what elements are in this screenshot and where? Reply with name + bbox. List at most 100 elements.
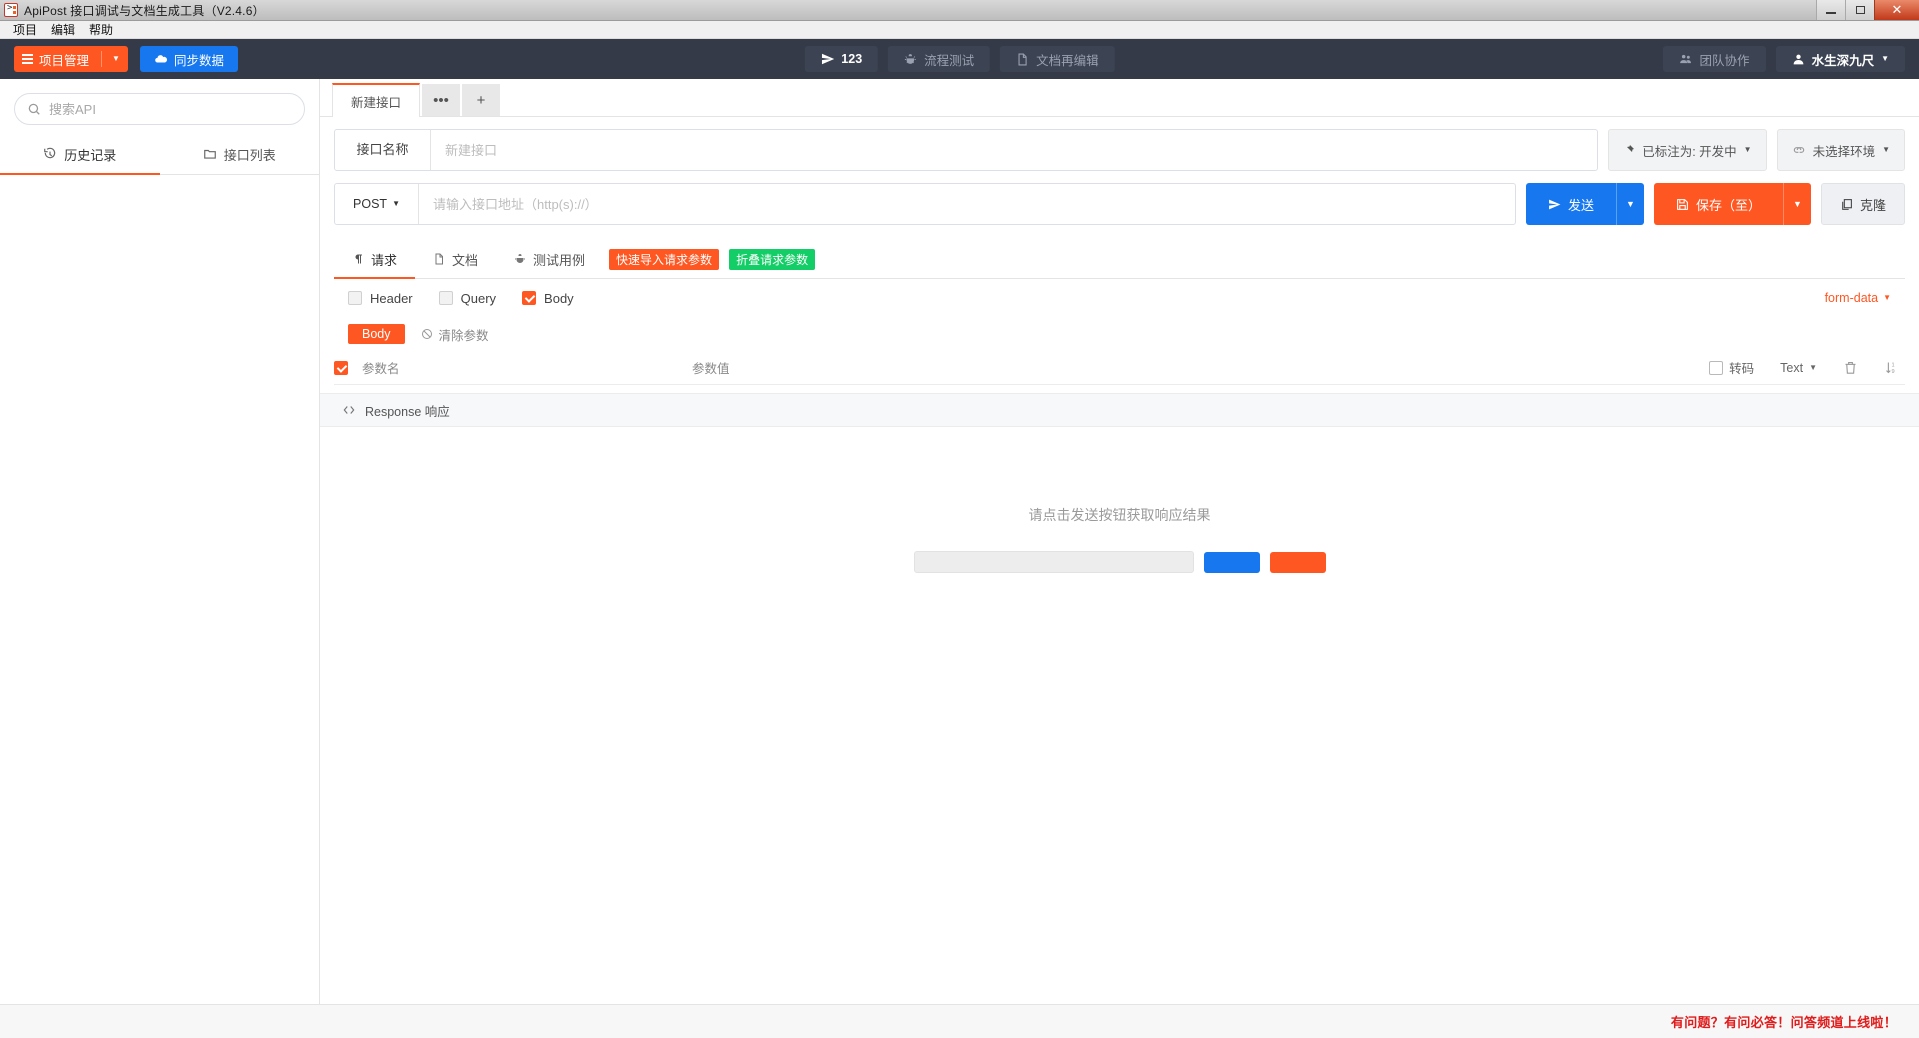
link-icon bbox=[1792, 143, 1806, 157]
param-table-header-row: 参数名 参数值 转码 Text ▼ bbox=[334, 351, 1905, 385]
restore-button[interactable] bbox=[1845, 0, 1874, 20]
sidebar-history-list[interactable] bbox=[0, 175, 319, 1004]
user-avatar-icon bbox=[1792, 53, 1805, 66]
subtab-document[interactable]: 文档 bbox=[415, 241, 496, 279]
document-tab-label: 新建接口 bbox=[351, 92, 401, 111]
subtab-document-label: 文档 bbox=[452, 250, 478, 269]
nav-flow-test[interactable]: 流程测试 bbox=[888, 46, 990, 72]
sync-data-button[interactable]: 同步数据 bbox=[140, 46, 238, 72]
http-method-select[interactable]: POST ▼ bbox=[335, 184, 419, 224]
tab-more-button[interactable]: ••• bbox=[422, 84, 460, 116]
param-value-type-label: Text bbox=[1780, 361, 1803, 375]
header-checkbox[interactable] bbox=[348, 291, 362, 305]
nav-current-project[interactable]: 123 bbox=[804, 46, 878, 72]
api-name-field-wrapper: 接口名称 bbox=[334, 129, 1598, 171]
paragraph-icon bbox=[352, 253, 364, 265]
menu-item-edit[interactable]: 编辑 bbox=[44, 21, 82, 39]
close-button[interactable]: ✕ bbox=[1874, 0, 1919, 20]
send-button[interactable]: 发送 ▼ bbox=[1526, 183, 1644, 225]
code-icon bbox=[342, 403, 356, 417]
chevron-down-icon: ▼ bbox=[112, 55, 120, 63]
placeholder-blue-button[interactable] bbox=[1204, 552, 1260, 573]
chevron-down-icon: ▼ bbox=[1809, 364, 1817, 372]
api-name-row: 接口名称 已标注为: 开发中 ▼ 未选择环境 ▼ bbox=[334, 117, 1905, 171]
ban-icon bbox=[421, 328, 433, 340]
environment-select-label: 未选择环境 bbox=[1813, 141, 1876, 160]
nav-doc-edit[interactable]: 文档再编辑 bbox=[1000, 46, 1115, 72]
document-tab-new-api[interactable]: 新建接口 bbox=[332, 83, 420, 117]
send-icon bbox=[1548, 198, 1561, 211]
button-divider bbox=[101, 51, 102, 67]
param-type-body[interactable]: Body bbox=[522, 291, 574, 306]
project-manage-button[interactable]: 项目管理 ▼ bbox=[14, 46, 128, 72]
subtab-test-case[interactable]: 测试用例 bbox=[496, 241, 603, 279]
document-icon bbox=[433, 253, 445, 265]
param-type-query[interactable]: Query bbox=[439, 291, 496, 306]
clone-button[interactable]: 克隆 bbox=[1821, 183, 1905, 225]
send-dropdown-toggle[interactable]: ▼ bbox=[1616, 183, 1644, 225]
search-input[interactable] bbox=[49, 102, 292, 117]
sort-params-icon[interactable]: 1 9 bbox=[1884, 360, 1899, 375]
query-checkbox[interactable] bbox=[439, 291, 453, 305]
sidebar-tab-history[interactable]: 历史记录 bbox=[0, 135, 160, 175]
chevron-down-icon: ▼ bbox=[1882, 146, 1890, 154]
body-tag[interactable]: Body bbox=[348, 324, 405, 344]
http-method-label: POST bbox=[353, 197, 387, 211]
encode-checkbox[interactable] bbox=[1709, 361, 1723, 375]
delete-params-icon[interactable] bbox=[1843, 360, 1858, 375]
apipost-logo-icon bbox=[4, 3, 18, 17]
body-type-select[interactable]: form-data ▼ bbox=[1825, 291, 1891, 305]
team-collaboration-button[interactable]: 团队协作 bbox=[1663, 46, 1766, 72]
body-tag-row: Body 清除参数 bbox=[334, 317, 1905, 351]
bug-icon bbox=[904, 53, 917, 66]
nav-doc-edit-label: 文档再编辑 bbox=[1036, 50, 1099, 69]
search-box[interactable] bbox=[14, 93, 305, 125]
chevron-down-icon: ▼ bbox=[1744, 146, 1752, 154]
response-placeholder-form bbox=[914, 551, 1326, 573]
sidebar: 历史记录 接口列表 bbox=[0, 79, 320, 1004]
encode-toggle[interactable]: 转码 bbox=[1709, 358, 1754, 377]
user-menu[interactable]: 水生深九尺 ▼ bbox=[1776, 46, 1905, 72]
body-checkbox[interactable] bbox=[522, 291, 536, 305]
param-value-type-select[interactable]: Text ▼ bbox=[1780, 361, 1817, 375]
clear-params-label: 清除参数 bbox=[439, 325, 489, 344]
select-all-checkbox[interactable] bbox=[334, 361, 348, 375]
url-input[interactable] bbox=[419, 197, 1515, 212]
clear-params-button[interactable]: 清除参数 bbox=[421, 325, 489, 344]
menu-item-project[interactable]: 项目 bbox=[6, 21, 44, 39]
tab-add-button[interactable]: + bbox=[462, 84, 500, 116]
param-value-column-header: 参数值 bbox=[692, 358, 1709, 377]
footer-ad-link[interactable]: 有问题？有问必答！问答频道上线啦！ bbox=[1671, 1012, 1897, 1031]
history-icon bbox=[43, 147, 57, 161]
body-type-label: form-data bbox=[1825, 291, 1879, 305]
footer-bar: 有问题？有问必答！问答频道上线啦！ bbox=[0, 1004, 1919, 1038]
quick-import-params-chip[interactable]: 快速导入请求参数 bbox=[609, 249, 719, 270]
encode-label: 转码 bbox=[1729, 358, 1754, 377]
project-manage-label: 项目管理 bbox=[39, 50, 89, 69]
collapse-params-chip[interactable]: 折叠请求参数 bbox=[729, 249, 815, 270]
subtab-request[interactable]: 请求 bbox=[334, 241, 415, 279]
save-button[interactable]: 保存（至） ▼ bbox=[1654, 183, 1811, 225]
param-table: 参数名 参数值 转码 Text ▼ bbox=[320, 351, 1919, 385]
param-type-row: Header Query Body form-data ▼ bbox=[334, 279, 1905, 317]
svg-text:9: 9 bbox=[1892, 369, 1895, 375]
sidebar-tab-api-list[interactable]: 接口列表 bbox=[160, 135, 320, 175]
placeholder-input[interactable] bbox=[914, 551, 1194, 573]
response-empty-state: 请点击发送按钮获取响应结果 bbox=[320, 427, 1919, 1004]
send-button-main[interactable]: 发送 bbox=[1526, 183, 1616, 225]
menu-item-help[interactable]: 帮助 bbox=[82, 21, 120, 39]
api-name-input[interactable] bbox=[431, 143, 1597, 158]
window-controls: ✕ bbox=[1816, 0, 1919, 20]
minimize-button[interactable] bbox=[1816, 0, 1845, 20]
status-mark-button[interactable]: 已标注为: 开发中 ▼ bbox=[1608, 129, 1766, 171]
param-type-header[interactable]: Header bbox=[348, 291, 413, 306]
document-tabstrip: 新建接口 ••• + bbox=[320, 79, 1919, 117]
status-mark-label: 已标注为: 开发中 bbox=[1642, 141, 1736, 160]
header-right-actions: 团队协作 水生深九尺 ▼ bbox=[1663, 46, 1905, 72]
svg-text:1: 1 bbox=[1892, 362, 1895, 368]
placeholder-orange-button[interactable] bbox=[1270, 552, 1326, 573]
save-dropdown-toggle[interactable]: ▼ bbox=[1783, 183, 1811, 225]
save-button-main[interactable]: 保存（至） bbox=[1654, 183, 1783, 225]
environment-select-button[interactable]: 未选择环境 ▼ bbox=[1777, 129, 1905, 171]
search-icon bbox=[27, 102, 41, 116]
